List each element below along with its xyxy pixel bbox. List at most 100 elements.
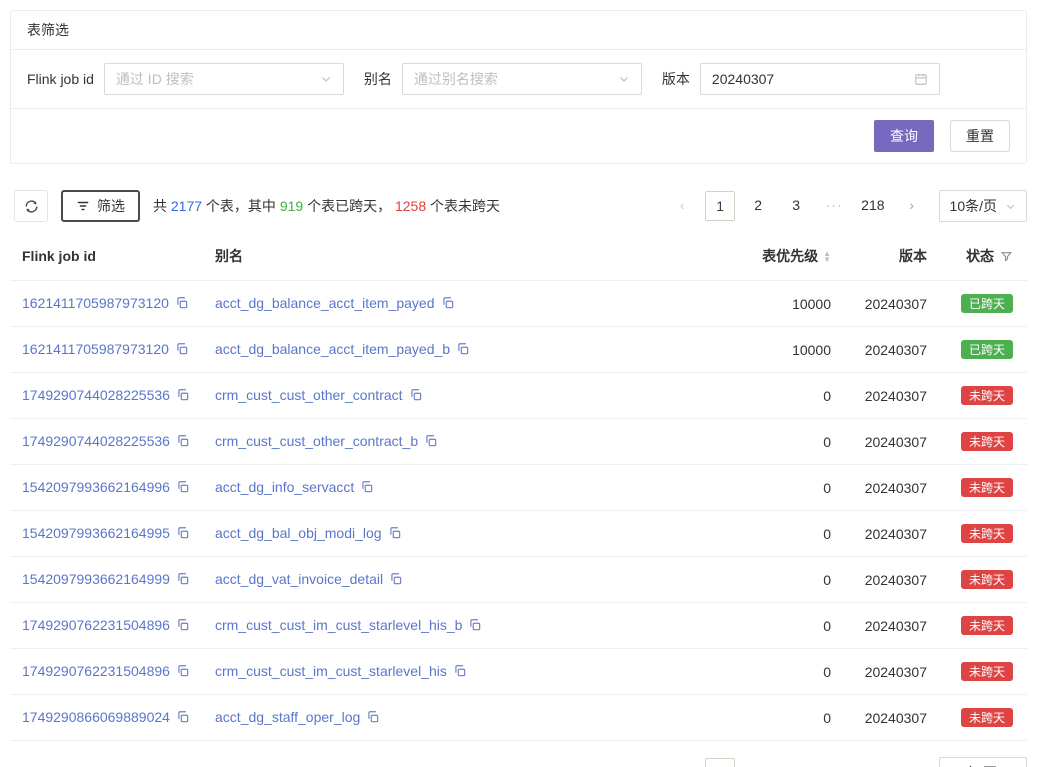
copy-icon[interactable] bbox=[176, 480, 190, 497]
copy-icon[interactable] bbox=[175, 342, 189, 359]
copy-icon[interactable] bbox=[441, 296, 455, 313]
pagination-prev-icon[interactable]: ‹ bbox=[667, 758, 697, 767]
pagination-page-last[interactable]: 218 bbox=[857, 758, 888, 767]
table-row: 1621411705987973120 acct_dg_balance_acct… bbox=[10, 327, 1027, 373]
page-size-value: 10条/页 bbox=[950, 763, 997, 767]
refresh-button[interactable] bbox=[14, 190, 48, 222]
status-cell: 未跨天 bbox=[935, 465, 1027, 511]
job-id-link[interactable]: 1749290744028225536 bbox=[22, 433, 170, 449]
header-status-label: 状态 bbox=[966, 248, 994, 264]
alias-label: 别名 bbox=[364, 69, 392, 89]
copy-icon[interactable] bbox=[176, 618, 190, 635]
table-header-row: Flink job id 别名 表优先级▲▼ 版本 状态 bbox=[10, 240, 1027, 281]
job-id-link[interactable]: 1621411705987973120 bbox=[22, 295, 169, 311]
alias-link[interactable]: crm_cust_cust_im_cust_starlevel_his bbox=[215, 663, 447, 679]
priority-cell: 10000 bbox=[727, 327, 839, 373]
job-id-link[interactable]: 1749290866069889024 bbox=[22, 709, 170, 725]
copy-icon[interactable] bbox=[175, 296, 189, 313]
pagination-page-2[interactable]: 2 bbox=[743, 191, 773, 221]
status-badge: 未跨天 bbox=[961, 708, 1013, 727]
copy-icon[interactable] bbox=[409, 388, 423, 405]
reset-button[interactable]: 重置 bbox=[950, 120, 1010, 152]
chevron-down-icon bbox=[618, 73, 630, 85]
header-alias: 别名 bbox=[207, 240, 727, 281]
alias-link[interactable]: acct_dg_balance_acct_item_payed bbox=[215, 295, 435, 311]
filter-fields-row: Flink job id 通过 ID 搜索 别名 通过别名搜索 bbox=[11, 50, 1026, 108]
page-size-select[interactable]: 10条/页 bbox=[939, 757, 1027, 767]
status-badge: 未跨天 bbox=[961, 432, 1013, 451]
job-id-link[interactable]: 1749290762231504896 bbox=[22, 617, 170, 633]
alias-link[interactable]: acct_dg_bal_obj_modi_log bbox=[215, 525, 382, 541]
pagination-page-1[interactable]: 1 bbox=[705, 191, 735, 221]
field-version: 版本 20240307 bbox=[662, 63, 940, 95]
pagination-next-icon[interactable]: › bbox=[897, 758, 927, 767]
priority-cell: 0 bbox=[727, 603, 839, 649]
job-id-link[interactable]: 1542097993662164995 bbox=[22, 525, 170, 541]
alias-select[interactable]: 通过别名搜索 bbox=[402, 63, 642, 95]
page-size-select[interactable]: 10条/页 bbox=[939, 190, 1027, 222]
copy-icon[interactable] bbox=[388, 526, 402, 543]
status-cell: 未跨天 bbox=[935, 603, 1027, 649]
sort-icon[interactable]: ▲▼ bbox=[823, 251, 831, 263]
copy-icon[interactable] bbox=[176, 710, 190, 727]
alias-link[interactable]: acct_dg_staff_oper_log bbox=[215, 709, 360, 725]
table-toolbar: 筛选 共 2177 个表，其中 919 个表已跨天， 1258 个表未跨天 ‹ … bbox=[10, 190, 1027, 222]
status-badge: 未跨天 bbox=[961, 478, 1013, 497]
filter-toggle-label: 筛选 bbox=[97, 196, 125, 216]
priority-cell: 0 bbox=[727, 419, 839, 465]
status-badge: 已跨天 bbox=[961, 294, 1013, 313]
alias-link[interactable]: crm_cust_cust_other_contract bbox=[215, 387, 403, 403]
version-date-input[interactable]: 20240307 bbox=[700, 63, 940, 95]
copy-icon[interactable] bbox=[176, 526, 190, 543]
pagination-next-icon[interactable]: › bbox=[897, 191, 927, 221]
filter-toggle-button[interactable]: 筛选 bbox=[61, 190, 140, 222]
alias-link[interactable]: crm_cust_cust_im_cust_starlevel_his_b bbox=[215, 617, 462, 633]
pagination-page-3[interactable]: 3 bbox=[781, 191, 811, 221]
flink-job-id-select[interactable]: 通过 ID 搜索 bbox=[104, 63, 344, 95]
pagination-bottom: ‹ 1 2 3 ··· 218 › 10条/页 bbox=[667, 757, 1027, 767]
alias-link[interactable]: crm_cust_cust_other_contract_b bbox=[215, 433, 418, 449]
alias-link[interactable]: acct_dg_vat_invoice_detail bbox=[215, 571, 383, 587]
pagination-ellipsis[interactable]: ··· bbox=[819, 191, 849, 221]
pagination-page-3[interactable]: 3 bbox=[781, 758, 811, 767]
copy-icon[interactable] bbox=[176, 664, 190, 681]
status-cell: 已跨天 bbox=[935, 327, 1027, 373]
pagination-page-2[interactable]: 2 bbox=[743, 758, 773, 767]
pagination-ellipsis[interactable]: ··· bbox=[819, 758, 849, 767]
alias-link[interactable]: acct_dg_info_servacct bbox=[215, 479, 354, 495]
status-badge: 未跨天 bbox=[961, 386, 1013, 405]
summary-uncrossed-count: 1258 bbox=[395, 198, 426, 214]
query-button[interactable]: 查询 bbox=[874, 120, 934, 152]
copy-icon[interactable] bbox=[424, 434, 438, 451]
filter-lines-icon bbox=[76, 199, 90, 213]
job-id-link[interactable]: 1542097993662164999 bbox=[22, 571, 170, 587]
job-id-link[interactable]: 1749290744028225536 bbox=[22, 387, 170, 403]
status-cell: 已跨天 bbox=[935, 281, 1027, 327]
copy-icon[interactable] bbox=[176, 434, 190, 451]
job-id-link[interactable]: 1542097993662164996 bbox=[22, 479, 170, 495]
funnel-filter-icon[interactable] bbox=[1000, 250, 1013, 266]
status-cell: 未跨天 bbox=[935, 419, 1027, 465]
version-cell: 20240307 bbox=[839, 557, 935, 603]
version-cell: 20240307 bbox=[839, 603, 935, 649]
pagination-page-last[interactable]: 218 bbox=[857, 191, 888, 221]
copy-icon[interactable] bbox=[456, 342, 470, 359]
copy-icon[interactable] bbox=[176, 572, 190, 589]
copy-icon[interactable] bbox=[389, 572, 403, 589]
copy-icon[interactable] bbox=[360, 480, 374, 497]
copy-icon[interactable] bbox=[366, 710, 380, 727]
copy-icon[interactable] bbox=[453, 664, 467, 681]
job-id-link[interactable]: 1621411705987973120 bbox=[22, 341, 169, 357]
pagination-page-1[interactable]: 1 bbox=[705, 758, 735, 767]
job-id-link[interactable]: 1749290762231504896 bbox=[22, 663, 170, 679]
table-row: 1749290762231504896 crm_cust_cust_im_cus… bbox=[10, 649, 1027, 695]
alias-link[interactable]: acct_dg_balance_acct_item_payed_b bbox=[215, 341, 450, 357]
pagination-prev-icon[interactable]: ‹ bbox=[667, 191, 697, 221]
copy-icon[interactable] bbox=[176, 388, 190, 405]
status-badge: 未跨天 bbox=[961, 524, 1013, 543]
filter-panel: 表筛选 Flink job id 通过 ID 搜索 别名 通过别名搜索 bbox=[10, 10, 1027, 164]
table-row: 1749290744028225536 crm_cust_cust_other_… bbox=[10, 373, 1027, 419]
priority-cell: 0 bbox=[727, 511, 839, 557]
copy-icon[interactable] bbox=[468, 618, 482, 635]
table-row: 1749290762231504896 crm_cust_cust_im_cus… bbox=[10, 603, 1027, 649]
